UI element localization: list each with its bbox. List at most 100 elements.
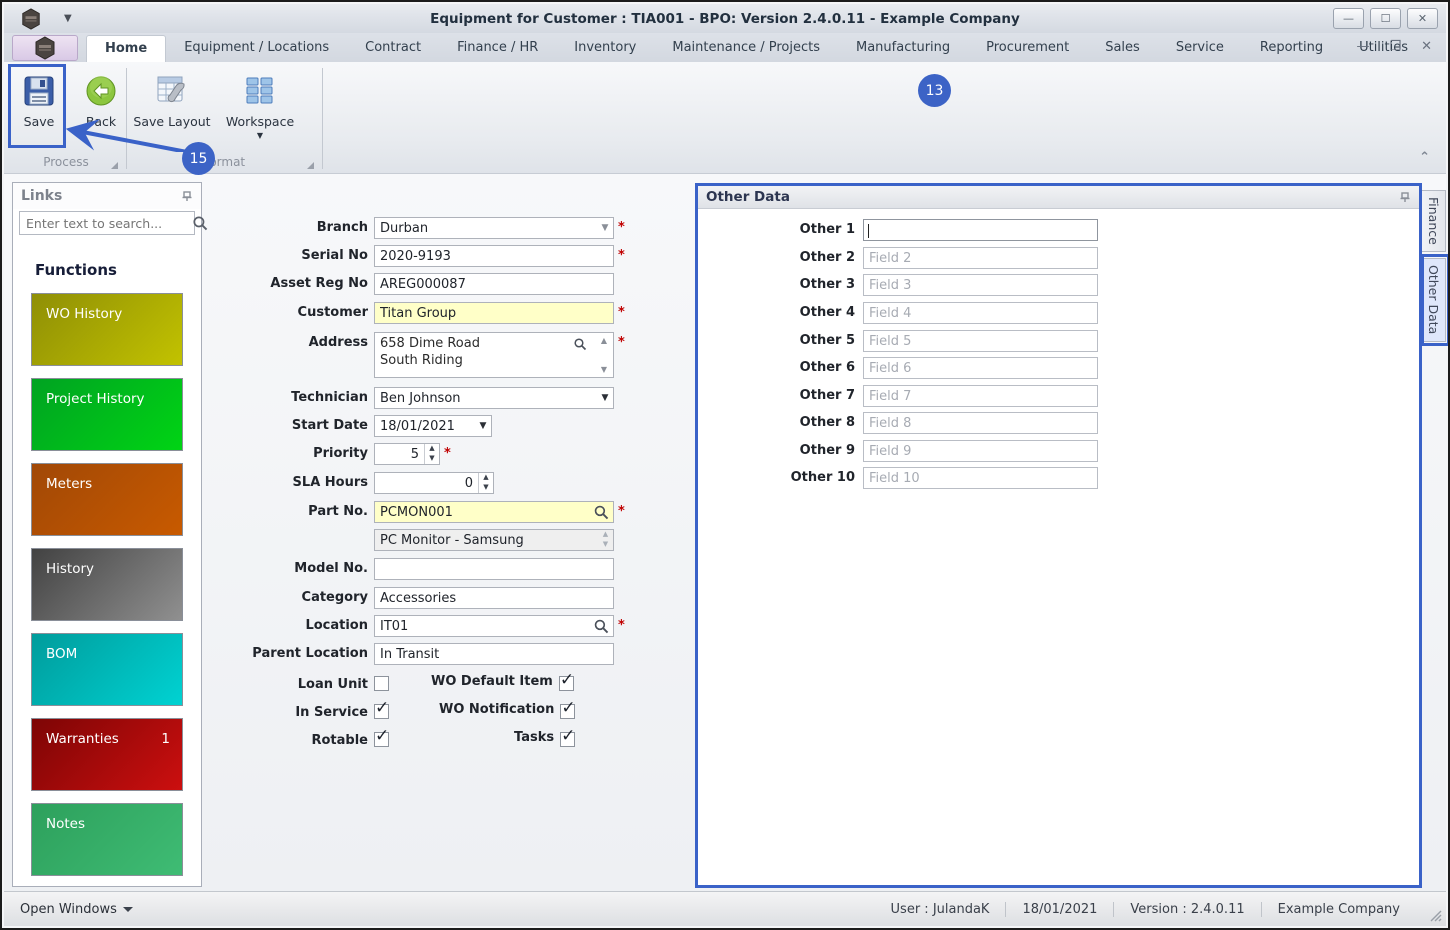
function-button-warranties[interactable]: Warranties 1: [31, 718, 183, 791]
other-6-input[interactable]: [864, 358, 1097, 378]
in-service-checkbox[interactable]: [374, 698, 389, 719]
model-no-value[interactable]: [375, 561, 613, 577]
links-search-input[interactable]: [20, 215, 188, 231]
serial-no-value[interactable]: [375, 248, 613, 264]
branch-value[interactable]: [375, 220, 597, 236]
category-value[interactable]: [375, 590, 613, 606]
other-10-input[interactable]: [864, 468, 1097, 488]
mdi-close-icon[interactable]: ✕: [1421, 39, 1432, 54]
parent-location-value[interactable]: [375, 646, 613, 662]
other-9-field[interactable]: [863, 440, 1098, 462]
model-no-field[interactable]: [374, 558, 614, 580]
technician-dropdown[interactable]: ▼: [374, 387, 614, 409]
spin-up-icon[interactable]: ▲: [425, 444, 439, 454]
minimize-button[interactable]: —: [1333, 8, 1364, 29]
other-8-input[interactable]: [864, 413, 1097, 433]
dialog-launcher-icon[interactable]: [307, 162, 314, 169]
tab-inventory[interactable]: Inventory: [556, 35, 654, 62]
close-button[interactable]: ✕: [1407, 8, 1438, 29]
function-button-history[interactable]: History: [31, 548, 183, 621]
other-7-input[interactable]: [864, 386, 1097, 406]
scroll-down-icon[interactable]: ▼: [601, 365, 607, 374]
function-button-wo-history[interactable]: WO History: [31, 293, 183, 366]
open-windows-button[interactable]: Open Windows: [20, 902, 133, 917]
other-7-field[interactable]: [863, 385, 1098, 407]
start-date-value[interactable]: [375, 418, 475, 434]
tab-finance-hr[interactable]: Finance / HR: [439, 35, 556, 62]
other-1-input[interactable]: [864, 220, 1097, 240]
tab-equipment-locations[interactable]: Equipment / Locations: [166, 35, 347, 62]
pin-icon[interactable]: [1399, 191, 1411, 203]
asset-reg-no-value[interactable]: [375, 276, 613, 292]
category-field[interactable]: [374, 587, 614, 609]
application-menu-button[interactable]: [12, 35, 78, 61]
other-6-field[interactable]: [863, 357, 1098, 379]
asset-reg-no-field[interactable]: [374, 273, 614, 295]
parent-location-field[interactable]: [374, 643, 614, 665]
side-tab-other-data[interactable]: Other Data: [1422, 258, 1446, 342]
spin-down-icon[interactable]: ▼: [425, 454, 439, 464]
priority-stepper[interactable]: ▲▼: [374, 443, 440, 465]
location-value[interactable]: [375, 618, 589, 634]
resize-grip[interactable]: [1428, 908, 1442, 922]
tab-service[interactable]: Service: [1158, 35, 1242, 62]
other-5-input[interactable]: [864, 331, 1097, 351]
tab-home[interactable]: Home: [86, 35, 167, 62]
address-field[interactable]: 658 Dime Road South Riding ▲ ▼: [374, 332, 614, 378]
tasks-checkbox[interactable]: [560, 726, 575, 747]
branch-dropdown[interactable]: ▼: [374, 217, 614, 239]
priority-value[interactable]: [375, 446, 424, 462]
collapse-ribbon-icon[interactable]: ⌃: [1419, 150, 1430, 165]
search-icon[interactable]: [589, 503, 613, 521]
rotable-checkbox[interactable]: [374, 726, 389, 747]
maximize-button[interactable]: ☐: [1370, 8, 1401, 29]
customer-value[interactable]: [375, 305, 613, 321]
serial-no-field[interactable]: [374, 245, 614, 267]
other-9-input[interactable]: [864, 441, 1097, 461]
other-3-field[interactable]: [863, 274, 1098, 296]
save-layout-button[interactable]: Save Layout: [133, 66, 211, 152]
part-no-value[interactable]: [375, 504, 589, 520]
other-2-field[interactable]: [863, 247, 1098, 269]
start-date-picker[interactable]: ▼: [374, 415, 492, 437]
tab-manufacturing[interactable]: Manufacturing: [838, 35, 968, 62]
search-icon[interactable]: [589, 617, 613, 635]
tab-maintenance-projects[interactable]: Maintenance / Projects: [654, 35, 838, 62]
other-4-input[interactable]: [864, 303, 1097, 323]
pin-icon[interactable]: [181, 190, 193, 202]
dialog-launcher-icon[interactable]: [111, 162, 118, 169]
other-5-field[interactable]: [863, 330, 1098, 352]
sla-hours-value[interactable]: [375, 475, 478, 491]
technician-value[interactable]: [375, 390, 597, 406]
tab-procurement[interactable]: Procurement: [968, 35, 1087, 62]
sla-hours-stepper[interactable]: ▲▼: [374, 472, 494, 494]
other-3-input[interactable]: [864, 275, 1097, 295]
function-button-project-history[interactable]: Project History: [31, 378, 183, 451]
other-10-field[interactable]: [863, 467, 1098, 489]
other-1-field[interactable]: [863, 219, 1098, 241]
address-search-button[interactable]: [565, 334, 595, 354]
side-tab-finance[interactable]: Finance: [1422, 190, 1446, 252]
location-field[interactable]: [374, 615, 614, 637]
tab-contract[interactable]: Contract: [347, 35, 439, 62]
function-button-bom[interactable]: BOM: [31, 633, 183, 706]
loan-unit-checkbox[interactable]: [374, 676, 389, 691]
other-8-field[interactable]: [863, 412, 1098, 434]
spin-up-icon[interactable]: ▲: [479, 473, 493, 483]
customer-field[interactable]: [374, 302, 614, 324]
back-button[interactable]: Back: [70, 66, 132, 152]
search-icon[interactable]: [188, 214, 212, 232]
other-2-input[interactable]: [864, 248, 1097, 268]
part-no-field[interactable]: [374, 501, 614, 523]
function-button-meters[interactable]: Meters: [31, 463, 183, 536]
save-button[interactable]: Save: [8, 66, 70, 152]
tab-reporting[interactable]: Reporting: [1242, 35, 1341, 62]
function-button-notes[interactable]: Notes: [31, 803, 183, 876]
workspace-button[interactable]: Workspace ▼: [224, 66, 296, 152]
mdi-restore-icon[interactable]: ❐: [1389, 39, 1401, 54]
scroll-up-icon[interactable]: ▲: [601, 336, 607, 345]
wo-notification-checkbox[interactable]: [560, 698, 576, 719]
wo-default-item-checkbox[interactable]: [558, 670, 574, 691]
tab-sales[interactable]: Sales: [1087, 35, 1158, 62]
mdi-minimize-icon[interactable]: —: [1356, 39, 1369, 54]
